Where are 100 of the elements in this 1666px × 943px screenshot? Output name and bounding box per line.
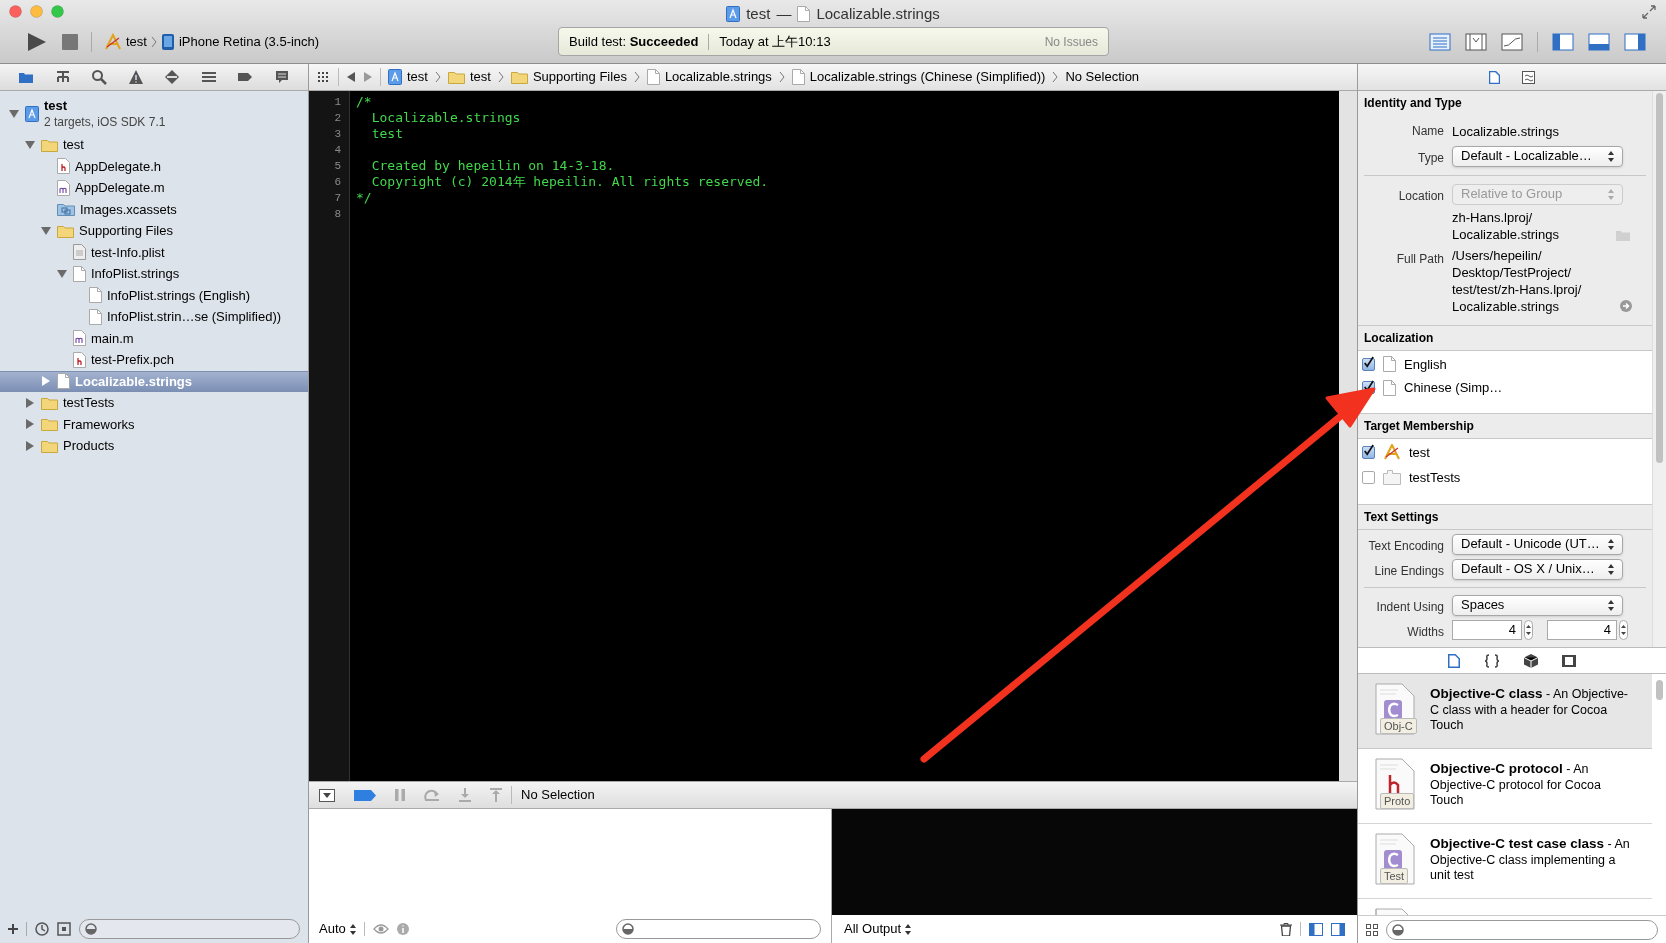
navigator-toggle-button[interactable] <box>1552 33 1574 51</box>
assistant-editor-button[interactable] <box>1465 33 1487 51</box>
popup-button[interactable]: Default - OS X / Unix… <box>1452 558 1623 580</box>
stepper-icon[interactable] <box>1524 619 1533 640</box>
project-icon <box>388 69 402 85</box>
hide-debug-area-icon[interactable] <box>319 788 335 802</box>
breakpoint-diamond-icon[interactable] <box>164 69 181 85</box>
output-filter-popup[interactable]: All Output <box>844 919 912 939</box>
path-line: zh-Hans.lproj/ <box>1452 208 1534 226</box>
navigator-row[interactable]: Frameworks <box>0 413 308 435</box>
file-name: InfoPlist.strings <box>91 265 180 283</box>
number-field[interactable]: 4 <box>1547 619 1617 640</box>
folder-icon <box>510 70 528 84</box>
navigator-row[interactable]: InfoPlist.strings <box>0 263 308 285</box>
variables-view-toggle-icon[interactable] <box>1309 922 1323 936</box>
expanded-triangle-icon[interactable] <box>41 225 51 236</box>
checkbox[interactable] <box>1362 357 1375 371</box>
cube-icon[interactable] <box>1524 653 1538 668</box>
collapsed-triangle-icon[interactable] <box>25 397 35 408</box>
stepper-icon[interactable] <box>1619 619 1628 640</box>
navigator-row[interactable]: test <box>0 134 308 156</box>
code-line: */ <box>356 190 373 206</box>
navigator-row[interactable]: InfoPlist.strings (English) <box>0 284 308 306</box>
clock-icon[interactable] <box>35 922 49 936</box>
popup-button[interactable]: Spaces <box>1452 594 1623 616</box>
trash-icon[interactable] <box>1280 922 1292 936</box>
scrollbar-thumb[interactable] <box>1655 680 1663 700</box>
phone-icon <box>160 33 175 51</box>
popup-button[interactable]: Default - Unicode (UT… <box>1452 533 1623 555</box>
grid-view-icon[interactable] <box>1366 923 1378 936</box>
back-icon[interactable] <box>346 71 356 83</box>
jump-bar-item[interactable]: test <box>447 67 491 87</box>
jump-bar-item[interactable]: test <box>388 67 428 87</box>
film-strip-icon[interactable] <box>1562 653 1576 668</box>
file-inspector-icon[interactable] <box>1489 70 1500 84</box>
file-template-icon[interactable] <box>1448 653 1460 668</box>
expanded-triangle-icon[interactable] <box>25 139 35 150</box>
number-field[interactable]: 4 <box>1452 619 1522 640</box>
expanded-triangle-icon[interactable] <box>9 109 19 119</box>
jump-bar-item[interactable]: Localizable.strings <box>646 67 772 87</box>
hierarchy-icon[interactable] <box>54 69 71 85</box>
navigator-row[interactable]: testTests <box>0 392 308 414</box>
collapsed-triangle-icon[interactable] <box>25 419 35 430</box>
stop-button[interactable] <box>61 33 79 51</box>
popup-button[interactable]: Default - Localizable… <box>1452 145 1623 167</box>
filter-field[interactable] <box>79 919 300 939</box>
fullscreen-icon[interactable] <box>1642 5 1656 19</box>
navigator-row[interactable]: test-Prefix.pch <box>0 349 308 371</box>
jump-bar-item[interactable]: No Selection <box>1065 67 1140 87</box>
checkbox[interactable] <box>1362 445 1375 459</box>
navigator-row[interactable]: AppDelegate.h <box>0 155 308 177</box>
reveal-in-finder-icon[interactable] <box>1620 299 1632 312</box>
navigator-row[interactable]: InfoPlist.strin…se (Simplified)) <box>0 306 308 328</box>
navigator-row[interactable]: main.m <box>0 327 308 349</box>
jump-bar-item[interactable]: Localizable.strings (Chinese (Simplified)) <box>791 67 1046 87</box>
code-snippet-icon[interactable] <box>1484 653 1500 668</box>
scheme-selector[interactable]: test iPhone Retina (3.5-inch) <box>104 32 320 52</box>
file-name: test-Prefix.pch <box>91 351 175 369</box>
folder-icon <box>447 70 465 84</box>
scm-filter-icon[interactable] <box>57 922 71 936</box>
utilities-toggle-button[interactable] <box>1624 33 1646 51</box>
template-item[interactable]: Obj-C Objective-C class - An Objective-C class with a header for Cocoa Touch <box>1358 674 1652 749</box>
header-file-icon <box>73 351 86 368</box>
expanded-triangle-icon[interactable] <box>57 268 67 279</box>
file-name: InfoPlist.strings (English) <box>107 286 251 305</box>
related-items-icon[interactable] <box>317 71 331 83</box>
eye-icon[interactable] <box>372 924 389 934</box>
breakpoints-icon[interactable] <box>354 789 376 801</box>
updown-arrows-icon <box>1608 599 1614 611</box>
navigator-row[interactable]: Images.xcassets <box>0 198 308 220</box>
forward-icon[interactable] <box>363 71 373 83</box>
filter-field[interactable] <box>616 919 821 939</box>
collapsed-triangle-icon[interactable] <box>25 440 35 451</box>
code-line: test <box>370 126 404 142</box>
navigator-row[interactable]: Supporting Files <box>0 220 308 242</box>
app-icon <box>1383 444 1401 461</box>
navigator-row[interactable]: Products <box>0 435 308 457</box>
jump-bar-item[interactable]: Supporting Files <box>510 67 627 87</box>
navigator-row[interactable]: AppDelegate.m <box>0 177 308 199</box>
navigator-row[interactable]: test 2 targets, iOS SDK 7.1 <box>0 94 308 134</box>
collapsed-triangle-icon[interactable] <box>41 376 51 387</box>
search-icon[interactable] <box>91 69 108 85</box>
standard-editor-button[interactable] <box>1429 33 1451 51</box>
navigator-row[interactable]: test-Info.plist <box>0 241 308 263</box>
list-icon[interactable] <box>200 69 217 85</box>
console-view-toggle-icon[interactable] <box>1331 922 1345 936</box>
speech-bubble-icon[interactable] <box>273 69 290 85</box>
version-editor-button[interactable] <box>1501 33 1523 51</box>
debug-area-toggle-button[interactable] <box>1588 33 1610 51</box>
warning-icon[interactable] <box>127 69 144 85</box>
checkbox[interactable] <box>1362 471 1375 485</box>
variables-scope-popup[interactable]: Auto <box>319 919 356 939</box>
close-button[interactable] <box>9 5 22 18</box>
section-title: Localization <box>1364 329 1434 347</box>
header-file-icon <box>57 158 70 175</box>
quick-help-icon[interactable] <box>1522 70 1535 84</box>
scrollbar-thumb[interactable] <box>1656 93 1663 463</box>
line-number: 2 <box>333 111 342 126</box>
filter-field[interactable] <box>1386 919 1658 940</box>
add-icon[interactable] <box>8 924 18 934</box>
